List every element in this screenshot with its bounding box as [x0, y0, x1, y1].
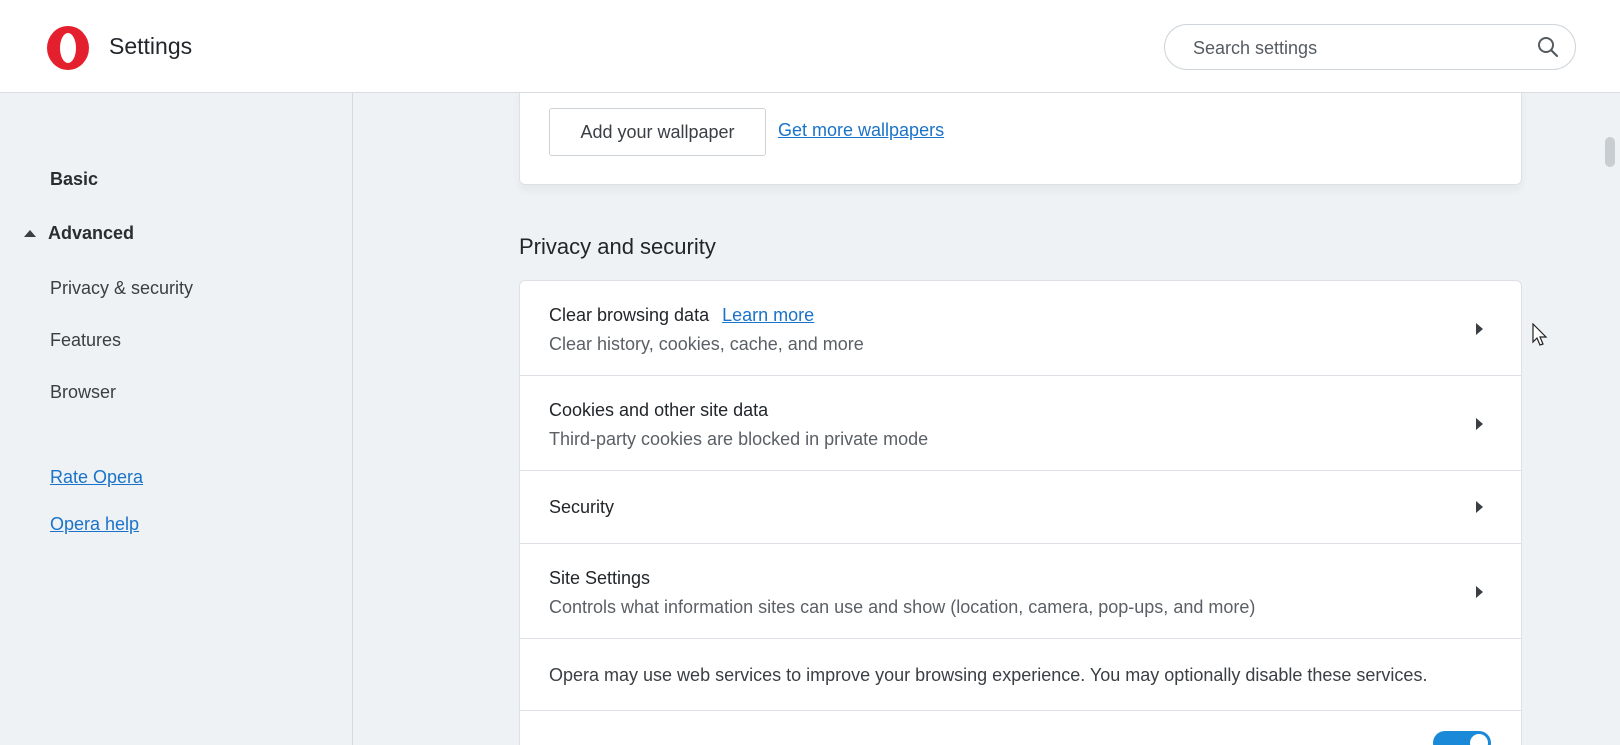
- sidebar-item-privacy-security[interactable]: Privacy & security: [50, 278, 193, 299]
- row-subtitle: Controls what information sites can use …: [549, 597, 1256, 617]
- row-title-text: Clear browsing data: [549, 305, 710, 325]
- web-services-note-row: Opera may use web services to improve yo…: [520, 639, 1521, 711]
- row-title: Cookies and other site data: [549, 400, 769, 420]
- header: Settings: [0, 0, 1620, 93]
- row-subtitle: Clear history, cookies, cache, and more: [549, 334, 864, 354]
- sidebar-item-browser[interactable]: Browser: [50, 382, 116, 403]
- row-title: Site Settings: [549, 568, 651, 588]
- opera-help-link[interactable]: Opera help: [50, 514, 139, 535]
- sidebar-item-features[interactable]: Features: [50, 330, 121, 351]
- privacy-card: Clear browsing data Learn more Clear his…: [519, 280, 1522, 745]
- get-more-wallpapers-link[interactable]: Get more wallpapers: [778, 120, 944, 141]
- chevron-right-icon: [1476, 586, 1483, 598]
- opera-logo: [47, 26, 89, 70]
- search-icon[interactable]: [1537, 36, 1559, 58]
- mouse-pointer-icon: [1532, 323, 1548, 346]
- row-subtitle: Third-party cookies are blocked in priva…: [549, 429, 929, 449]
- learn-more-link[interactable]: Learn more: [722, 305, 814, 325]
- chevron-right-icon: [1476, 323, 1483, 335]
- site-settings-row[interactable]: Site Settings Controls what information …: [520, 544, 1521, 639]
- rate-opera-link[interactable]: Rate Opera: [50, 467, 143, 488]
- caret-up-icon: [24, 230, 36, 237]
- sidebar-item-basic[interactable]: Basic: [50, 169, 98, 190]
- security-row[interactable]: Security: [520, 471, 1521, 544]
- wallpaper-card: Add your wallpaper Get more wallpapers: [519, 93, 1522, 185]
- section-title: Privacy and security: [519, 234, 716, 259]
- chevron-right-icon: [1476, 418, 1483, 430]
- page-title: Settings: [109, 33, 193, 59]
- search-box[interactable]: [1164, 24, 1576, 70]
- cookies-row[interactable]: Cookies and other site data Third-party …: [520, 376, 1521, 471]
- partial-row: [520, 711, 1521, 745]
- search-input[interactable]: [1191, 35, 1525, 61]
- web-services-note: Opera may use web services to improve yo…: [549, 665, 1428, 685]
- toggle-switch[interactable]: [1433, 731, 1491, 745]
- toggle-knob: [1470, 734, 1488, 745]
- sidebar-item-advanced[interactable]: Advanced: [24, 223, 134, 244]
- main-content: Add your wallpaper Get more wallpapers P…: [353, 93, 1620, 745]
- sidebar: Basic Advanced Privacy & security Featur…: [0, 93, 353, 745]
- clear-browsing-data-row[interactable]: Clear browsing data Learn more Clear his…: [520, 281, 1521, 376]
- row-title: Clear browsing data Learn more: [549, 305, 814, 326]
- scrollbar-thumb[interactable]: [1605, 137, 1615, 167]
- sidebar-item-label: Advanced: [48, 223, 135, 243]
- chevron-right-icon: [1476, 501, 1483, 513]
- add-wallpaper-button[interactable]: Add your wallpaper: [549, 108, 766, 156]
- row-title: Security: [549, 497, 615, 517]
